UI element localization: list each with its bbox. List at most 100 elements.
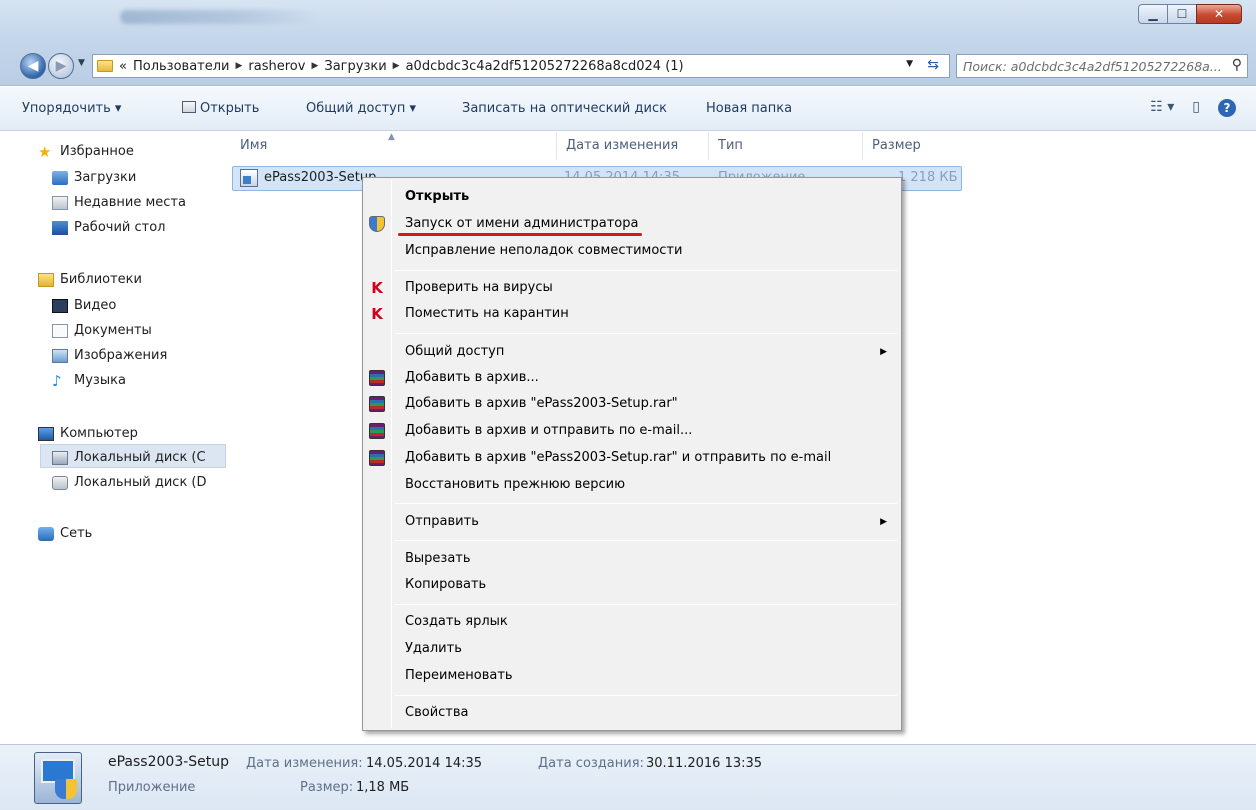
nav-documents[interactable]: Документы — [52, 323, 152, 338]
organize-button[interactable]: Упорядочить ▾ — [22, 101, 121, 116]
column-header-size[interactable]: Размер — [872, 138, 921, 153]
preview-pane-icon[interactable]: ▯ — [1192, 99, 1200, 117]
menu-compatibility[interactable]: Исправление неполадок совместимости — [405, 243, 682, 258]
column-header-name[interactable]: Имя — [240, 138, 267, 153]
details-size-label: Размер: — [300, 780, 354, 795]
nav-video-label: Видео — [74, 298, 117, 313]
column-divider[interactable] — [862, 132, 863, 160]
column-header-type[interactable]: Тип — [718, 138, 743, 153]
kaspersky-icon: K — [371, 305, 383, 323]
share-button[interactable]: Общий доступ ▾ — [306, 101, 416, 116]
minimize-button[interactable]: ▁ — [1138, 4, 1168, 24]
nav-recent[interactable]: Недавние места — [52, 195, 186, 210]
network-icon — [38, 526, 54, 541]
menu-open[interactable]: Открыть — [405, 189, 469, 204]
menu-share[interactable]: Общий доступ — [405, 344, 504, 359]
nav-favorites-label: Избранное — [60, 144, 134, 159]
menu-send-to[interactable]: Отправить — [405, 514, 479, 529]
search-placeholder: Поиск: a0dcbdc3c4a2df51205272268a... — [963, 58, 1222, 74]
menu-add-archive[interactable]: Добавить в архив... — [405, 370, 539, 385]
video-icon — [52, 298, 68, 313]
view-options-icon[interactable]: ☷ ▾ — [1150, 99, 1174, 117]
nav-images[interactable]: Изображения — [52, 348, 167, 363]
chevron-right-icon[interactable]: ▶ — [311, 61, 318, 71]
nav-libraries-label: Библиотеки — [60, 272, 142, 287]
forward-button[interactable]: ▶ — [48, 53, 74, 79]
open-icon — [182, 101, 196, 113]
folder-icon — [97, 60, 113, 72]
menu-separator — [395, 333, 897, 334]
breadcrumb-users[interactable]: Пользователи — [133, 59, 230, 74]
nav-computer-label: Компьютер — [60, 426, 138, 441]
nav-network-label: Сеть — [60, 526, 93, 541]
breadcrumb-overflow[interactable]: « — [119, 59, 127, 74]
breadcrumb-downloads[interactable]: Загрузки — [324, 59, 386, 74]
chevron-right-icon[interactable]: ▶ — [393, 61, 400, 71]
address-bar[interactable]: « Пользователи ▶ rasherov ▶ Загрузки ▶ a… — [92, 54, 950, 78]
breadcrumb-user[interactable]: rasherov — [248, 59, 305, 74]
open-button[interactable]: Открыть — [182, 101, 259, 116]
winrar-icon — [369, 370, 385, 386]
search-icon[interactable]: ⚲ — [1232, 57, 1242, 73]
nav-video[interactable]: Видео — [52, 298, 116, 313]
navigation-pane: ★ Избранное Загрузки Недавние места Рабоч… — [0, 132, 226, 744]
refresh-icon[interactable]: ⇆ — [927, 57, 939, 73]
menu-add-archive-rar-email[interactable]: Добавить в архив "ePass2003-Setup.rar" и… — [405, 450, 831, 465]
submenu-arrow-icon: ▶ — [880, 347, 887, 357]
arrow-left-icon: ◀ — [27, 58, 39, 74]
window-titlebar: ▁ ☐ ✕ ◀ ▶ ▼ « Пользователи ▶ rasherov ▶ … — [0, 0, 1256, 86]
menu-scan-virus[interactable]: Проверить на вирусы — [405, 280, 553, 295]
breadcrumb-current-folder[interactable]: a0dcbdc3c4a2df51205272268a8cd024 (1) — [406, 59, 684, 74]
nav-desktop[interactable]: Рабочий стол — [52, 220, 165, 235]
menu-add-archive-rar[interactable]: Добавить в архив "ePass2003-Setup.rar" — [405, 396, 678, 411]
nav-network[interactable]: Сеть — [38, 526, 92, 541]
installer-icon — [240, 169, 258, 187]
new-folder-button[interactable]: Новая папка — [706, 101, 792, 116]
nav-disk-c[interactable]: Локальный диск (C — [52, 450, 206, 465]
nav-disk-d[interactable]: Локальный диск (D — [52, 475, 207, 490]
burn-disc-button[interactable]: Записать на оптический диск — [462, 101, 667, 116]
file-name[interactable]: ePass2003-Setup — [264, 170, 376, 185]
address-history-dropdown[interactable]: ▼ — [906, 59, 913, 69]
menu-rename[interactable]: Переименовать — [405, 668, 513, 683]
nav-desktop-label: Рабочий стол — [74, 220, 166, 235]
menu-cut[interactable]: Вырезать — [405, 551, 471, 566]
images-icon — [52, 348, 68, 363]
menu-properties[interactable]: Свойства — [405, 705, 469, 720]
nav-libraries[interactable]: Библиотеки — [38, 272, 142, 287]
details-type: Приложение — [108, 780, 196, 795]
open-label: Открыть — [200, 101, 260, 116]
menu-run-as-admin[interactable]: Запуск от имени администратора — [405, 216, 638, 231]
recent-pages-dropdown[interactable]: ▼ — [78, 58, 85, 68]
nav-favorites[interactable]: ★ Избранное — [38, 144, 134, 159]
nav-disk-d-label: Локальный диск (D — [74, 475, 207, 490]
breadcrumb: « Пользователи ▶ rasherov ▶ Загрузки ▶ a… — [119, 59, 684, 74]
nav-documents-label: Документы — [74, 323, 152, 338]
details-file-name: ePass2003-Setup — [108, 754, 230, 770]
menu-icon-gutter — [391, 180, 392, 728]
chevron-right-icon[interactable]: ▶ — [236, 61, 243, 71]
menu-separator — [395, 695, 897, 696]
column-divider[interactable] — [708, 132, 709, 160]
nav-downloads-label: Загрузки — [74, 170, 137, 185]
maximize-button[interactable]: ☐ — [1167, 4, 1197, 24]
menu-delete[interactable]: Удалить — [405, 641, 462, 656]
nav-music[interactable]: ♪ Музыка — [52, 373, 126, 388]
nav-recent-label: Недавние места — [74, 195, 186, 210]
menu-create-shortcut[interactable]: Создать ярлык — [405, 614, 508, 629]
menu-copy[interactable]: Копировать — [405, 577, 486, 592]
menu-add-archive-email[interactable]: Добавить в архив и отправить по e-mail..… — [405, 423, 692, 438]
nav-disk-c-label: Локальный диск (C — [74, 450, 206, 465]
drive-icon — [52, 475, 68, 490]
nav-downloads[interactable]: Загрузки — [52, 170, 136, 185]
search-input[interactable]: Поиск: a0dcbdc3c4a2df51205272268a... ⚲ — [956, 54, 1248, 78]
column-header-date[interactable]: Дата изменения — [566, 138, 678, 153]
menu-restore-version[interactable]: Восстановить прежнюю версию — [405, 477, 625, 492]
back-button[interactable]: ◀ — [20, 53, 46, 79]
menu-quarantine[interactable]: Поместить на карантин — [405, 306, 569, 321]
nav-computer[interactable]: Компьютер — [38, 426, 138, 441]
details-modified-value: 14.05.2014 14:35 — [366, 756, 483, 771]
help-icon[interactable]: ? — [1218, 99, 1236, 117]
close-button[interactable]: ✕ — [1196, 4, 1242, 24]
column-divider[interactable] — [556, 132, 557, 160]
